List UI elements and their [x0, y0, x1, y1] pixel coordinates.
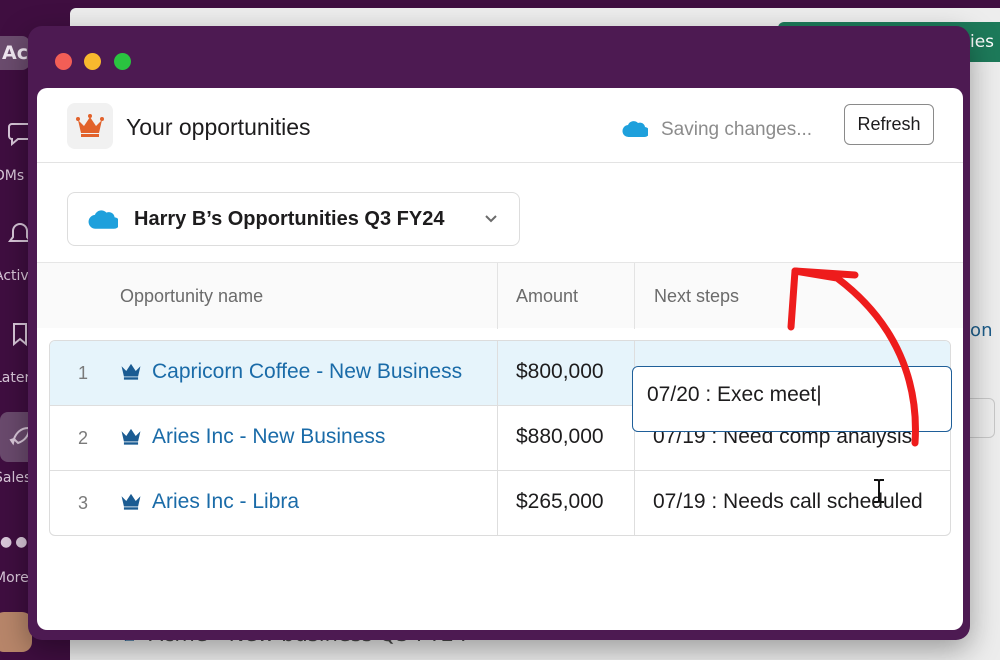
column-header-next-steps[interactable]: Next steps [654, 286, 739, 307]
divider [37, 162, 963, 163]
column-header-name[interactable]: Opportunity name [120, 286, 263, 307]
app-window: Your opportunities Saving changes... Ref… [28, 26, 970, 640]
row-number: 2 [78, 428, 89, 448]
crown-icon [121, 493, 141, 510]
minimize-window-button[interactable] [84, 53, 101, 70]
close-window-button[interactable] [55, 53, 72, 70]
column-divider [634, 263, 635, 329]
amount-cell[interactable]: $800,000 [516, 360, 604, 384]
nav-more-label: More [0, 570, 29, 586]
crown-icon [121, 363, 141, 380]
opportunity-list-select[interactable]: Harry B’s Opportunities Q3 FY24 [67, 192, 520, 246]
amount-cell[interactable]: $880,000 [516, 425, 604, 449]
opportunities-panel: Your opportunities Saving changes... Ref… [37, 88, 963, 630]
page-title: Your opportunities [126, 114, 311, 140]
nav-dms-label: DMs [0, 168, 25, 184]
amount-cell[interactable]: $265,000 [516, 490, 604, 514]
annotation-arrow [787, 267, 919, 447]
column-header-amount[interactable]: Amount [516, 286, 578, 307]
salesforce-cloud-icon [88, 210, 118, 229]
opportunity-link[interactable]: Aries Inc - Libra [152, 490, 299, 514]
refresh-button[interactable]: Refresh [844, 104, 934, 145]
nav-sales-label: Sales [0, 470, 32, 486]
crown-icon [121, 428, 141, 445]
column-divider [497, 341, 498, 535]
column-divider [497, 263, 498, 329]
list-select-value: Harry B’s Opportunities Q3 FY24 [134, 208, 445, 230]
table-row[interactable]: 3 Aries Inc - Libra $265,000 07/19 : Nee… [50, 471, 950, 535]
chevron-down-icon [485, 215, 497, 223]
app-logo [67, 103, 113, 149]
crown-icon [76, 114, 104, 137]
salesforce-cloud-icon [622, 121, 648, 138]
row-number: 1 [78, 363, 89, 383]
background-topbar [70, 0, 1000, 8]
text-cursor-icon [874, 479, 884, 503]
save-status: Saving changes... [661, 119, 813, 140]
opportunity-link[interactable]: Capricorn Coffee - New Business [152, 360, 462, 384]
row-number: 3 [78, 493, 89, 513]
nav-later-label: Later [0, 370, 31, 386]
maximize-window-button[interactable] [114, 53, 131, 70]
opportunity-link[interactable]: Aries Inc - New Business [152, 425, 385, 449]
workspace-switcher[interactable]: Ac [0, 36, 30, 70]
